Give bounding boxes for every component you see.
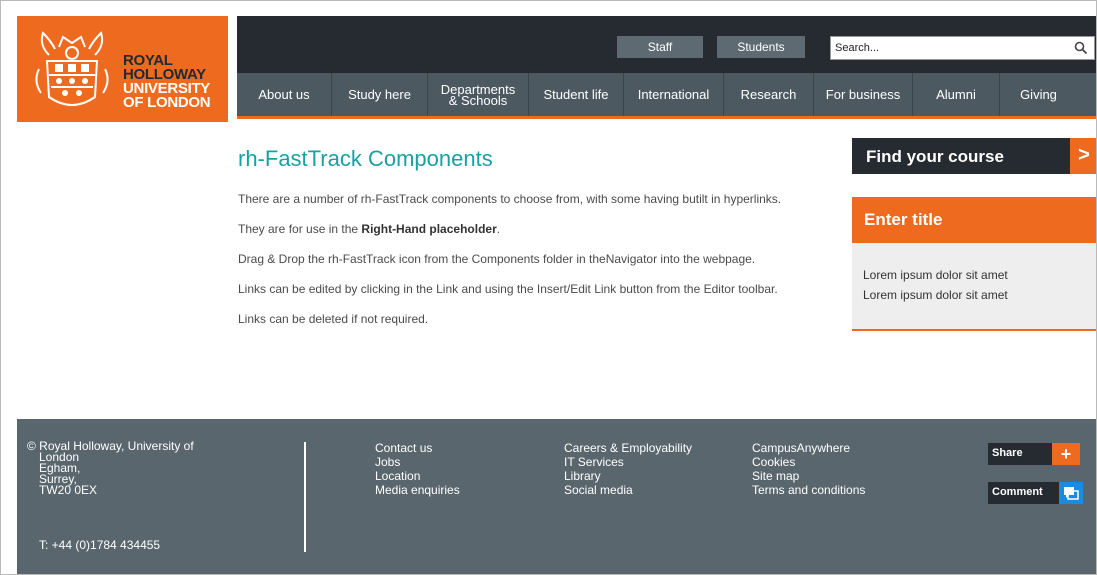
page-frame: ROYAL HOLLOWAY UNIVERSITY OF LONDON Staf… (0, 0, 1097, 575)
search-icon[interactable] (1074, 41, 1088, 55)
footer-link-cookies[interactable]: Cookies (752, 455, 865, 469)
nav-item-departments[interactable]: Departments & Schools (428, 73, 529, 116)
paragraph-usage-text: They are for use in the (238, 222, 362, 236)
footer-divider (304, 442, 306, 552)
comment-button[interactable]: Comment (988, 482, 1083, 504)
paragraph-delete-links: Links can be deleted if not required. (238, 312, 429, 326)
plus-icon: + (1052, 443, 1080, 465)
panel-link[interactable]: Lorem ipsum dolor sit amet (852, 265, 1096, 285)
paragraph-usage-end: . (496, 222, 501, 236)
footer-column-1: Contact us Jobs Location Media enquiries (375, 441, 460, 497)
nav-item-for-business[interactable]: For business (814, 73, 913, 116)
main-content: There are a number of rh-FastTrack compo… (238, 191, 843, 341)
speech-bubble-icon (1059, 482, 1083, 504)
footer-link-campusanywhere[interactable]: CampusAnywhere (752, 441, 865, 455)
footer-link-location[interactable]: Location (375, 469, 460, 483)
share-label: Share (992, 447, 1023, 459)
footer-link-careers[interactable]: Careers & Employability (564, 441, 692, 455)
find-your-course-label: Find your course (866, 147, 1004, 166)
panel-title: Enter title (852, 197, 1096, 243)
nav-item-study-here[interactable]: Study here (332, 73, 428, 116)
footer: © Royal Holloway, University of London E… (17, 419, 1096, 574)
footer-link-contact-us[interactable]: Contact us (375, 441, 460, 455)
logo-line-of-london: OF LONDON (123, 94, 211, 111)
university-logo[interactable]: ROYAL HOLLOWAY UNIVERSITY OF LONDON (17, 16, 228, 122)
panel-link[interactable]: Lorem ipsum dolor sit amet (852, 285, 1096, 305)
top-bar: Staff Students (237, 16, 1096, 73)
paragraph-usage-bold: Right-Hand placeholder (361, 222, 497, 236)
footer-link-terms[interactable]: Terms and conditions (752, 483, 865, 497)
footer-link-jobs[interactable]: Jobs (375, 455, 460, 469)
staff-button[interactable]: Staff (617, 36, 703, 58)
panel-links: Lorem ipsum dolor sit amet Lorem ipsum d… (852, 243, 1096, 305)
nav-item-research[interactable]: Research (724, 73, 814, 116)
university-crest-icon (35, 31, 109, 106)
page-title: rh-FastTrack Components (238, 146, 493, 171)
nav-item-student-life[interactable]: Student life (529, 73, 624, 116)
search-input[interactable] (831, 37, 1061, 59)
nav-item-about-us[interactable]: About us (237, 73, 332, 116)
search-box (830, 36, 1095, 60)
find-your-course-button[interactable]: Find your course > (852, 138, 1096, 174)
footer-address: © Royal Holloway, University of London E… (27, 440, 194, 497)
chevron-right-icon: > (1070, 138, 1096, 174)
footer-link-social-media[interactable]: Social media (564, 483, 692, 497)
footer-column-2: Careers & Employability IT Services Libr… (564, 441, 692, 497)
paragraph-edit-links: Links can be edited by clicking in the L… (238, 282, 778, 296)
address-line: TW20 0EX (39, 483, 98, 497)
nav-item-international[interactable]: International (624, 73, 724, 116)
main-nav: About us Study here Departments & School… (237, 73, 1096, 119)
share-button[interactable]: Share + (988, 443, 1080, 465)
paragraph-usage: They are for use in the Right-Hand place… (238, 221, 843, 237)
paragraph-drag-drop: Drag & Drop the rh-FastTrack icon from t… (238, 252, 756, 266)
nav-item-giving[interactable]: Giving (1000, 73, 1077, 116)
footer-link-it-services[interactable]: IT Services (564, 455, 692, 469)
logo-wordmark: ROYAL HOLLOWAY UNIVERSITY OF LONDON (123, 53, 211, 111)
footer-column-3: CampusAnywhere Cookies Site map Terms an… (752, 441, 865, 497)
footer-phone: T: +44 (0)1784 434455 (39, 538, 161, 552)
comment-label: Comment (992, 486, 1043, 498)
footer-link-library[interactable]: Library (564, 469, 692, 483)
students-button[interactable]: Students (717, 36, 805, 58)
paragraph-intro: There are a number of rh-FastTrack compo… (238, 192, 782, 206)
footer-link-media-enquiries[interactable]: Media enquiries (375, 483, 460, 497)
rh-fasttrack-panel: Enter title Lorem ipsum dolor sit amet L… (852, 197, 1096, 331)
nav-item-alumni[interactable]: Alumni (913, 73, 1000, 116)
footer-link-site-map[interactable]: Site map (752, 469, 865, 483)
